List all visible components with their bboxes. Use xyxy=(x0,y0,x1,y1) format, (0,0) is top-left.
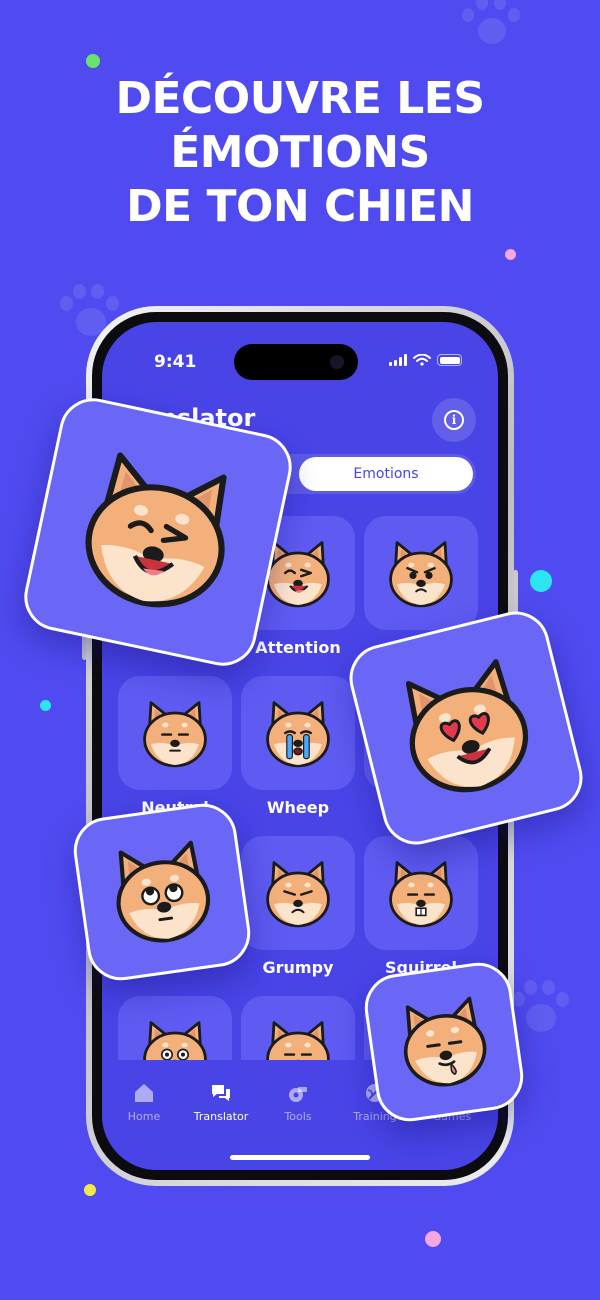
confetti-dot xyxy=(505,249,516,260)
home-indicator xyxy=(230,1155,370,1160)
info-button[interactable]: i xyxy=(432,398,476,442)
tab-label: Tools xyxy=(284,1110,312,1123)
emotion-cell[interactable]: Neutral xyxy=(118,676,232,817)
paw-print-icon xyxy=(512,978,569,1038)
dog-neutral-icon xyxy=(118,676,232,790)
headline: DÉCOUVRE LES ÉMOTIONS DE TON CHIEN xyxy=(0,72,600,234)
signal-icon xyxy=(389,354,407,366)
status-time: 9:41 xyxy=(154,352,197,372)
battery-icon xyxy=(437,354,462,366)
dog-face-icon xyxy=(405,659,529,793)
dog-angry-icon xyxy=(364,516,478,630)
chat-bubbles-icon xyxy=(208,1080,234,1106)
tab-home[interactable]: Home xyxy=(104,1080,184,1123)
confetti-dot xyxy=(530,570,552,592)
confetti-dot xyxy=(40,700,51,711)
whistle-icon xyxy=(285,1080,311,1106)
home-icon xyxy=(131,1080,157,1106)
floating-card-wink xyxy=(18,392,298,672)
dog-face-icon xyxy=(403,996,487,1087)
dog-face-icon xyxy=(116,840,211,943)
floating-card-eye-roll xyxy=(69,799,255,985)
dog-buck-teeth-icon xyxy=(364,836,478,950)
confetti-dot xyxy=(86,54,100,68)
emotion-label: Grumpy xyxy=(262,958,334,977)
info-icon: i xyxy=(444,410,464,430)
emotion-cell[interactable]: Wheep xyxy=(241,676,355,817)
tab-translator[interactable]: Translator xyxy=(181,1080,261,1123)
confetti-dot xyxy=(84,1184,96,1196)
confetti-dot xyxy=(425,1231,441,1247)
dynamic-island xyxy=(234,344,358,380)
emotion-cell[interactable]: Grumpy xyxy=(241,836,355,977)
headline-line-3: DE TON CHIEN xyxy=(126,181,474,232)
dog-grumpy-icon xyxy=(241,836,355,950)
dog-crying-icon xyxy=(241,676,355,790)
floating-card-drool xyxy=(360,958,528,1126)
status-icons xyxy=(389,354,462,366)
tab-label: Translator xyxy=(193,1110,249,1123)
tab-tools[interactable]: Tools xyxy=(258,1080,338,1123)
emotion-label: Wheep xyxy=(266,798,330,817)
emotion-cell[interactable]: Squirrel xyxy=(364,836,478,977)
wifi-icon xyxy=(413,354,431,366)
dog-face-icon xyxy=(85,452,227,608)
headline-line-1: DÉCOUVRE LES xyxy=(115,73,485,124)
emotion-label: Attention xyxy=(255,638,341,657)
tab-emotions[interactable]: Emotions xyxy=(299,457,473,491)
paw-print-icon xyxy=(458,0,522,50)
headline-line-2: ÉMOTIONS xyxy=(170,127,430,178)
tab-label: Home xyxy=(127,1110,161,1123)
